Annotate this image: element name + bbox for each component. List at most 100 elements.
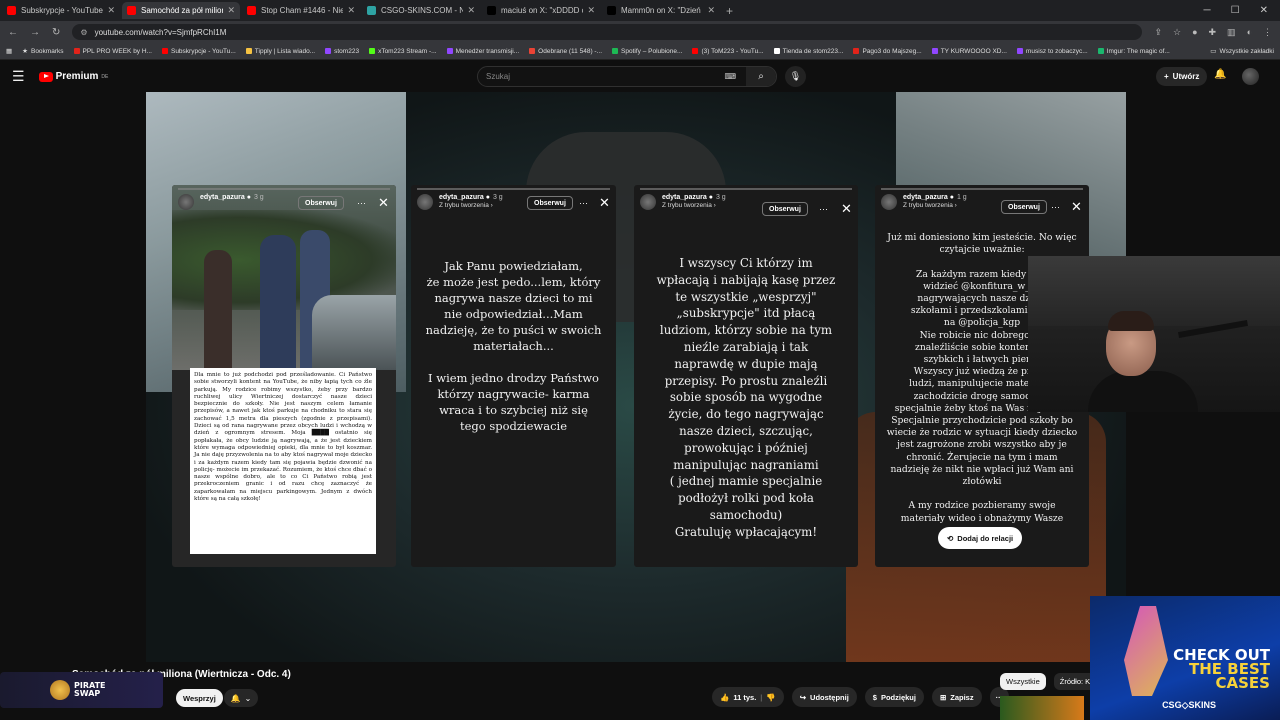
bookmark-item[interactable]: Subskrypcje - YouTu... — [161, 48, 236, 55]
browser-tab[interactable]: Subskrypcje - YouTube ✕ — [2, 2, 120, 19]
extension-icon[interactable]: ● — [1192, 27, 1197, 38]
browser-tab[interactable]: CSGO-SKINS.COM - Najlepsz✕ — [362, 2, 480, 19]
story-panel-1[interactable]: edyta_pazura ● 3 g Obserwuj ··· ✕ Dla mni… — [172, 185, 396, 567]
avatar[interactable] — [1242, 68, 1259, 85]
share-label: Udostępnij — [810, 692, 849, 702]
install-icon[interactable]: ⇪ — [1154, 27, 1162, 38]
bookmark-item[interactable]: Spotify – Polubione... — [612, 48, 682, 55]
add-to-story-button[interactable]: ⟲ Dodaj do relacji — [938, 527, 1023, 549]
bookmarks-folder-label: Bookmarks — [30, 47, 64, 55]
keyboard-icon[interactable]: ⌨ — [724, 72, 736, 81]
support-button[interactable]: Wesprzyj — [176, 689, 223, 707]
more-options-icon[interactable]: ··· — [1051, 202, 1060, 212]
chip-all[interactable]: Wszystkie — [1000, 673, 1046, 690]
tab-close-icon[interactable]: ✕ — [707, 5, 715, 16]
maximize-icon[interactable]: ☐ — [1231, 5, 1240, 16]
new-tab-button[interactable]: + — [726, 4, 733, 18]
story-avatar[interactable] — [640, 194, 656, 210]
close-icon[interactable]: ✕ — [841, 201, 852, 217]
bookmark-item[interactable]: Menedżer transmisji... — [446, 48, 519, 55]
bookmark-item[interactable]: Odebrane (11 548) -... — [529, 48, 602, 55]
story-panel-3[interactable]: edyta_pazura ● 3 g Z trybu tworzenia › Ob… — [634, 185, 858, 567]
reload-icon[interactable]: ↻ — [52, 27, 60, 38]
bookmark-label: Tipply | Lista wiado... — [254, 47, 316, 55]
browser-tab[interactable]: Mamm0n on X: "Dzień Dobry ✕ — [602, 2, 720, 19]
all-bookmarks[interactable]: ▭ Wszystkie zakładki — [1210, 47, 1274, 56]
bookmark-item[interactable]: Tipply | Lista wiado... — [245, 47, 316, 55]
subscribe-bell-button[interactable]: 🔔 ⌄ — [224, 689, 258, 707]
share-button[interactable]: ↪ Udostępnij — [791, 687, 857, 707]
tab-close-icon[interactable]: ✕ — [227, 5, 235, 16]
hamburger-menu-icon[interactable]: ☰ — [12, 68, 25, 85]
story-username[interactable]: edyta_pazura — [200, 194, 245, 201]
apps-icon[interactable]: ▦ — [6, 47, 12, 55]
story-username[interactable]: edyta_pazura — [903, 194, 948, 201]
tab-close-icon[interactable]: ✕ — [467, 5, 475, 16]
more-options-icon[interactable]: ··· — [579, 198, 588, 208]
sidebar-icon[interactable]: ▥ — [1227, 27, 1236, 38]
close-icon[interactable]: ✕ — [1071, 199, 1082, 215]
create-button[interactable]: + Utwórz — [1156, 67, 1208, 86]
url-field[interactable]: ⚙ youtube.com/watch?v=SjmfpRChI1M — [72, 24, 1143, 40]
microphone-icon[interactable]: 🎙 — [785, 66, 806, 87]
bookmark-star-icon[interactable]: ☆ — [1173, 27, 1181, 38]
search-input[interactable]: Szukaj — [486, 72, 510, 81]
story-avatar[interactable] — [881, 194, 897, 210]
bookmark-item[interactable]: Tienda de stom223... — [773, 48, 843, 55]
thanks-button[interactable]: $ Podziękuj — [864, 687, 924, 707]
follow-button[interactable]: Obserwuj — [762, 202, 808, 216]
site-info-icon[interactable]: ⚙ — [80, 28, 87, 37]
tab-close-icon[interactable]: ✕ — [587, 5, 595, 16]
story-avatar[interactable] — [417, 194, 433, 210]
thumb-down-icon[interactable]: 👎 — [766, 693, 775, 702]
bookmark-item[interactable]: musisz to zobaczyc... — [1016, 48, 1088, 55]
story-username[interactable]: edyta_pazura — [662, 194, 707, 201]
bookmark-item[interactable]: PPL PRO WEEK by H... — [73, 48, 152, 55]
bookmark-item[interactable]: Pago3 do Majszeg... — [853, 48, 922, 55]
like-button[interactable]: 👍 11 tys. | 👎 — [712, 687, 784, 707]
story-subtitle[interactable]: Z trybu tworzenia › — [903, 202, 967, 209]
browser-tab[interactable]: Stop Cham #1446 - Niebezpie✕ — [242, 2, 360, 19]
story-avatar[interactable] — [178, 194, 194, 210]
forward-icon[interactable]: → — [30, 27, 40, 38]
youtube-logo[interactable]: Premium DE — [38, 71, 108, 82]
close-icon[interactable]: ✕ — [1260, 5, 1268, 16]
pirateswap-banner[interactable]: PIRATE SWAP — [0, 672, 163, 708]
bookmarks-folder[interactable]: ★ Bookmarks — [22, 47, 64, 56]
youtube-play-icon — [38, 71, 53, 82]
profile-icon[interactable]: ◐ — [1247, 27, 1252, 38]
bookmark-item[interactable]: (3) ToM223 - YouTu... — [692, 48, 764, 55]
story-subtitle[interactable]: Z trybu tworzenia › — [439, 202, 503, 209]
search-box[interactable]: Szukaj ⌨ ⌕ — [477, 66, 777, 87]
browser-tab[interactable]: Samochód za pół miliona (✕ — [122, 2, 240, 19]
story-subtitle[interactable]: Z trybu tworzenia › — [662, 202, 726, 209]
bookmark-item[interactable]: Imgur: The magic of... — [1097, 48, 1170, 55]
browser-tabbar: Subskrypcje - YouTube ✕ Samochód za pół mi… — [0, 0, 1280, 21]
more-options-icon[interactable]: ··· — [819, 204, 828, 214]
menu-dots-icon[interactable]: ⋮ — [1263, 27, 1272, 38]
more-options-icon[interactable]: ··· — [357, 198, 366, 208]
recommended-video-thumbnail[interactable] — [1000, 696, 1084, 720]
follow-button[interactable]: Obserwuj — [298, 196, 344, 210]
close-icon[interactable]: ✕ — [599, 195, 610, 211]
search-icon[interactable]: ⌕ — [746, 67, 776, 86]
browser-tab[interactable]: maciuś on X: "xDDDD co jest t ✕ — [482, 2, 600, 19]
puzzle-icon[interactable]: ✚ — [1209, 27, 1217, 38]
close-icon[interactable]: ✕ — [378, 195, 389, 211]
save-button[interactable]: ⊞ Zapisz — [931, 687, 982, 707]
add-to-story-label: Dodaj do relacji — [957, 533, 1014, 543]
bookmark-item[interactable]: TY KURWOOOO XD... — [931, 48, 1007, 55]
minimize-icon[interactable]: ─ — [1204, 5, 1211, 16]
follow-button[interactable]: Obserwuj — [527, 196, 573, 210]
story-username[interactable]: edyta_pazura — [439, 194, 484, 201]
csgoskins-ad[interactable]: CHECK OUT THE BEST CASES CSG◇SKINS — [1090, 596, 1280, 720]
tab-close-icon[interactable]: ✕ — [347, 5, 355, 16]
notifications-bell-icon[interactable]: 🔔 — [1214, 69, 1226, 80]
bookmark-item[interactable]: stom223 — [325, 48, 359, 55]
follow-button[interactable]: Obserwuj — [1001, 200, 1047, 214]
tab-close-icon[interactable]: ✕ — [107, 5, 115, 16]
tab-label: Stop Cham #1446 - Niebezpie — [261, 6, 344, 15]
back-icon[interactable]: ← — [8, 27, 18, 38]
bookmark-item[interactable]: xTom223 Stream -... — [369, 48, 437, 55]
story-panel-2[interactable]: edyta_pazura ● 3 g Z trybu tworzenia › Ob… — [411, 185, 616, 567]
